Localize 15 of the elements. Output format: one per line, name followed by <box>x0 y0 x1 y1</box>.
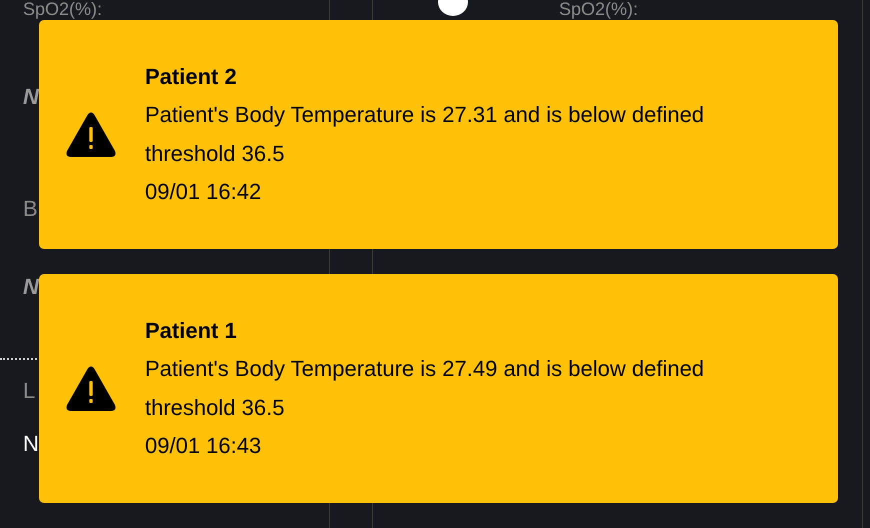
alert-time: 09/01 16:42 <box>145 178 262 206</box>
field-value: N <box>23 274 39 300</box>
alert-title: Patient 2 <box>145 62 237 90</box>
alert-time: 09/01 16:43 <box>145 432 262 460</box>
warning-icon <box>65 112 117 158</box>
field-label: SpO2(%): <box>559 0 638 18</box>
field-label: L <box>23 378 36 404</box>
alert-message: Patient's Body Temperature is 27.49 and is below defined threshold 36.5 <box>145 355 706 422</box>
field-label: B <box>23 196 38 222</box>
field-value: N <box>23 431 39 457</box>
alert-message: Patient's Body Temperature is 27.31 and is below defined threshold 36.5 <box>145 101 706 168</box>
warning-icon <box>65 366 117 412</box>
field-value: N <box>23 84 39 110</box>
alert-title: Patient 1 <box>145 316 237 344</box>
field-label: SpO2(%): <box>23 0 102 18</box>
